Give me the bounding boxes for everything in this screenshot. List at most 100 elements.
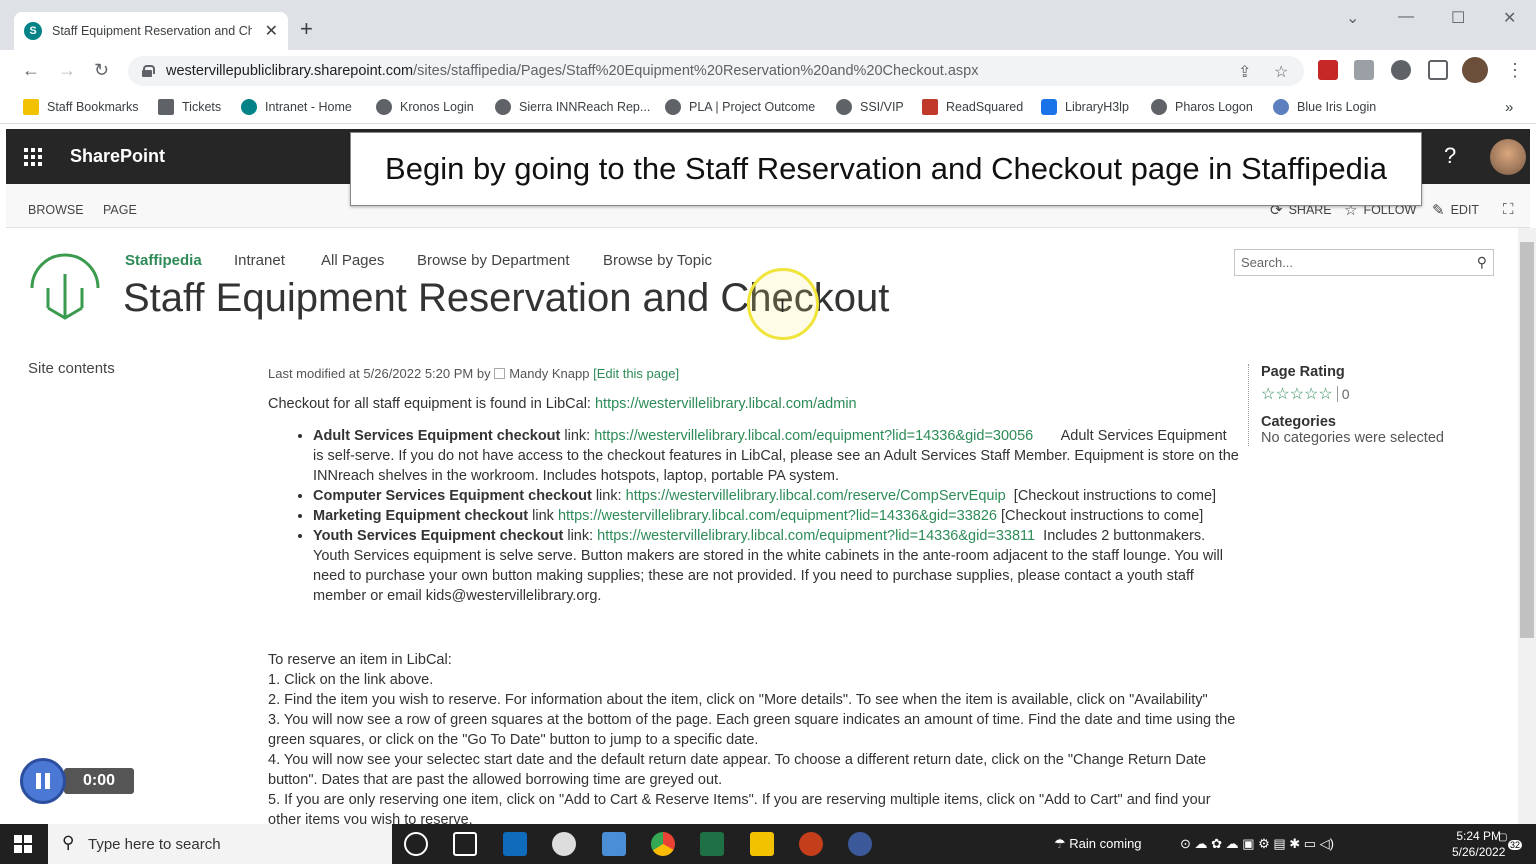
- file-explorer-icon[interactable]: [750, 832, 774, 856]
- app-icon[interactable]: [602, 832, 626, 856]
- marketing-link[interactable]: https://westervillelibrary.libcal.com/eq…: [558, 508, 997, 524]
- bookmark-staff-bookmarks[interactable]: Staff Bookmarks: [23, 99, 138, 115]
- taskbar-search-input[interactable]: ⚲ Type here to search: [48, 824, 392, 864]
- app-launcher-icon[interactable]: [24, 148, 42, 166]
- back-icon[interactable]: ←: [22, 60, 40, 81]
- windows-start-icon[interactable]: [14, 835, 32, 853]
- star-icon[interactable]: ☆: [1304, 384, 1318, 404]
- forward-icon[interactable]: →: [58, 60, 76, 81]
- bookmark-sierra[interactable]: Sierra INNReach Rep...: [495, 99, 650, 115]
- browser-toolbar: ← → ↻ westervillepubliclibrary.sharepoin…: [0, 50, 1536, 92]
- libcal-admin-link[interactable]: https://westervillelibrary.libcal.com/ad…: [595, 396, 857, 412]
- weather-widget[interactable]: ☂ Rain coming: [1054, 836, 1142, 852]
- extensions-puzzle-icon[interactable]: [1391, 60, 1411, 80]
- page-scrollbar[interactable]: [1518, 228, 1536, 824]
- rating-count: 0: [1341, 386, 1350, 402]
- edit-this-page-link[interactable]: [Edit this page]: [593, 366, 679, 381]
- star-icon[interactable]: ☆: [1261, 384, 1275, 404]
- url-text: westervillepubliclibrary.sharepoint.com/…: [166, 63, 979, 79]
- bookmark-tickets[interactable]: Tickets: [158, 99, 221, 115]
- scroll-thumb[interactable]: [1520, 242, 1534, 638]
- categories-heading: Categories: [1261, 414, 1336, 430]
- sharepoint-brand[interactable]: SharePoint: [70, 146, 165, 167]
- adult-services-link[interactable]: https://westervillelibrary.libcal.com/eq…: [594, 428, 1033, 444]
- chrome-menu-icon[interactable]: ⋮: [1506, 60, 1524, 81]
- focus-mode-icon[interactable]: ⛶: [1503, 201, 1520, 218]
- star-icon[interactable]: ☆: [1290, 384, 1304, 404]
- site-search-input[interactable]: Search... ⚲: [1234, 249, 1494, 276]
- star-icon[interactable]: ☆: [1275, 384, 1289, 404]
- tab-page[interactable]: PAGE: [103, 203, 137, 217]
- bookmark-intranet-home[interactable]: Intranet - Home: [241, 99, 352, 115]
- chrome-icon[interactable]: [651, 832, 675, 856]
- youth-services-link[interactable]: https://westervillelibrary.libcal.com/eq…: [597, 528, 1035, 544]
- computer-services-link[interactable]: https://westervillelibrary.libcal.com/re…: [626, 488, 1006, 504]
- notifications-icon[interactable]: ▢ 32: [1498, 832, 1523, 856]
- minimize-icon[interactable]: —: [1398, 8, 1414, 26]
- presence-icon: [494, 368, 506, 379]
- bookmark-blue-iris[interactable]: Blue Iris Login: [1273, 99, 1376, 115]
- maximize-icon[interactable]: ☐: [1451, 8, 1465, 28]
- powerpoint-icon[interactable]: [799, 832, 823, 856]
- recording-time: 0:00: [64, 768, 134, 794]
- tab-search-icon[interactable]: ⌄: [1346, 8, 1359, 28]
- screen-recorder-icon[interactable]: [848, 832, 872, 856]
- extension-cast-icon[interactable]: [1354, 60, 1374, 80]
- excel-icon[interactable]: [700, 832, 724, 856]
- staffipedia-logo[interactable]: [28, 248, 102, 322]
- new-tab-icon[interactable]: +: [300, 16, 313, 42]
- outlook-icon[interactable]: [503, 832, 527, 856]
- browser-tab[interactable]: S Staff Equipment Reservation and Ch ✕: [14, 12, 288, 50]
- rating-stars[interactable]: ☆ ☆ ☆ ☆ ☆ 0: [1261, 384, 1488, 404]
- nav-staffipedia[interactable]: Staffipedia: [125, 252, 202, 269]
- address-bar[interactable]: westervillepubliclibrary.sharepoint.com/…: [128, 56, 1304, 86]
- profile-avatar[interactable]: [1462, 57, 1488, 83]
- search-icon[interactable]: ⚲: [1477, 254, 1487, 271]
- step-line: 3. You will now see a row of green squar…: [268, 712, 1236, 748]
- reload-icon[interactable]: ↻: [94, 60, 109, 81]
- bookmark-readsquared[interactable]: ReadSquared: [922, 99, 1023, 115]
- globe-icon: [495, 99, 511, 115]
- nav-browse-by-topic[interactable]: Browse by Topic: [603, 252, 712, 269]
- text-cursor-icon: I: [780, 296, 786, 316]
- folder-icon: [23, 99, 39, 115]
- more-bookmarks-icon[interactable]: »: [1505, 99, 1513, 116]
- onedrive-icon[interactable]: [552, 832, 576, 856]
- tickets-icon: [158, 99, 174, 115]
- edit-button[interactable]: ✎ EDIT: [1432, 201, 1479, 219]
- pause-button[interactable]: [20, 758, 66, 804]
- bookmark-libraryh3lp[interactable]: LibraryH3lp: [1041, 99, 1129, 115]
- cortana-icon[interactable]: [404, 832, 428, 856]
- bookmark-pla[interactable]: PLA | Project Outcome: [665, 99, 815, 115]
- tab-title: Staff Equipment Reservation and Ch: [52, 24, 252, 38]
- task-view-icon[interactable]: [453, 832, 477, 856]
- globe-icon: [376, 99, 392, 115]
- star-icon[interactable]: ☆: [1318, 384, 1332, 404]
- step-line: 4. You will now see your selectec start …: [268, 752, 1207, 788]
- extension-red-icon[interactable]: [1318, 60, 1338, 80]
- site-contents-link[interactable]: Site contents: [28, 360, 115, 377]
- recorder-widget: 0:00: [20, 758, 134, 804]
- side-panel-icon[interactable]: [1428, 60, 1448, 80]
- system-tray-icons[interactable]: ⊙ ☁ ✿ ☁ ▣ ⚙ ▤ ✱ ▭ ◁): [1180, 836, 1334, 852]
- bookmark-pharos[interactable]: Pharos Logon: [1151, 99, 1253, 115]
- author-name[interactable]: Mandy Knapp: [509, 366, 589, 381]
- blue-iris-icon: [1273, 99, 1289, 115]
- bookmark-ssi-vip[interactable]: SSI/VIP: [836, 99, 904, 115]
- user-avatar[interactable]: [1490, 139, 1526, 175]
- globe-icon: [1151, 99, 1167, 115]
- nav-browse-by-department[interactable]: Browse by Department: [417, 252, 570, 269]
- tab-browse[interactable]: BROWSE: [28, 203, 84, 217]
- windows-taskbar: ⚲ Type here to search ☂ Rain coming ⊙ ☁ …: [0, 824, 1536, 864]
- close-window-icon[interactable]: ✕: [1503, 8, 1516, 28]
- browser-tab-strip: S Staff Equipment Reservation and Ch ✕ +…: [0, 0, 1536, 50]
- bookmark-star-icon[interactable]: ☆: [1274, 62, 1288, 82]
- bookmark-kronos[interactable]: Kronos Login: [376, 99, 474, 115]
- nav-all-pages[interactable]: All Pages: [321, 252, 384, 269]
- help-icon[interactable]: ?: [1444, 143, 1456, 169]
- share-page-icon[interactable]: ⇪: [1238, 62, 1251, 82]
- close-tab-icon[interactable]: ✕: [265, 21, 278, 41]
- categories-text: No categories were selected: [1261, 430, 1444, 446]
- nav-intranet[interactable]: Intranet: [234, 252, 285, 269]
- tutorial-caption: Begin by going to the Staff Reservation …: [350, 132, 1422, 206]
